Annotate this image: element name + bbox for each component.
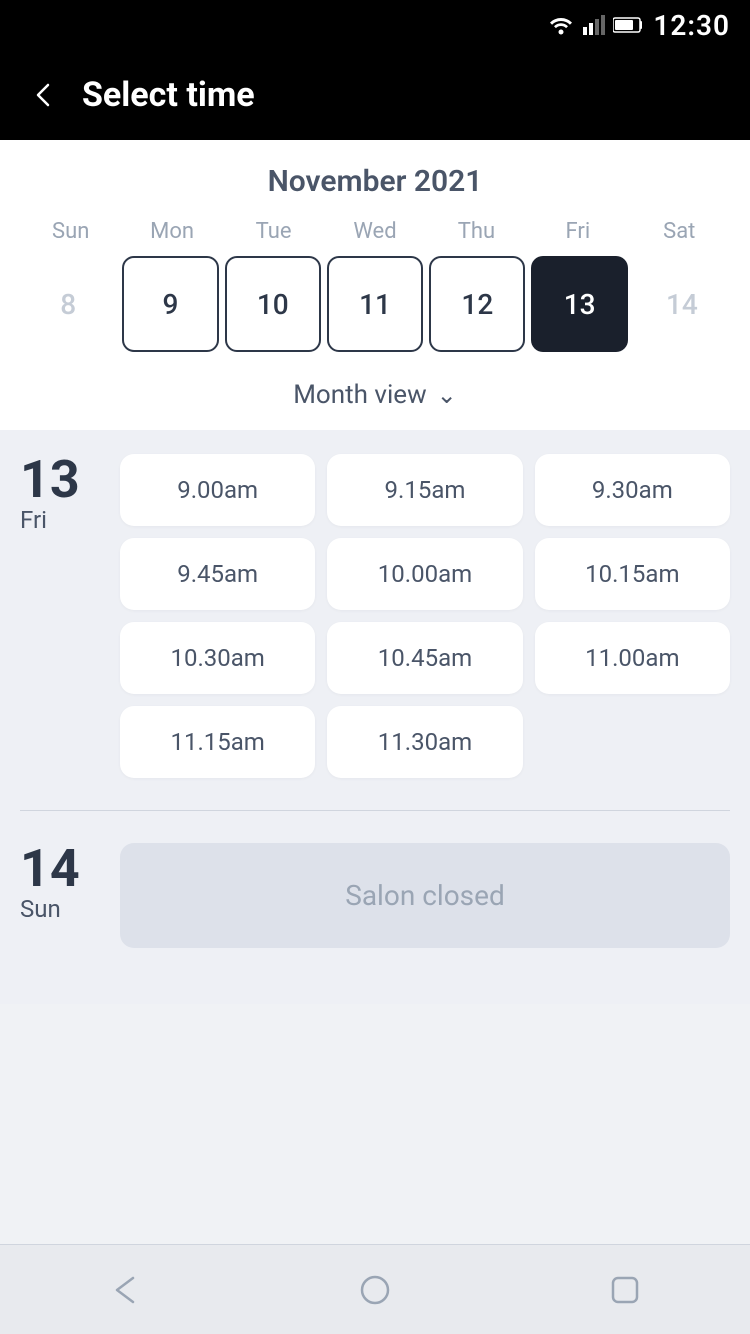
bottom-spacer [0, 1004, 750, 1104]
week-row: 8 9 10 11 12 13 14 [20, 256, 730, 352]
signal-icon [583, 15, 605, 35]
day-header-sat: Sat [629, 219, 730, 244]
day-name-fri: Fri [20, 506, 47, 534]
day-cell-9[interactable]: 9 [122, 256, 218, 352]
day-header-mon: Mon [121, 219, 222, 244]
chevron-down-icon: ⌄ [437, 381, 457, 409]
time-section: 13 Fri 9.00am 9.15am 9.30am 9.45am 10.00… [0, 430, 750, 1004]
recents-nav-icon [607, 1272, 643, 1308]
section-divider [20, 810, 730, 811]
status-icons: 12:30 [547, 9, 730, 42]
page-title: Select time [82, 75, 255, 115]
time-slot[interactable]: 10.30am [120, 622, 315, 694]
day-headers: Sun Mon Tue Wed Thu Fri Sat [20, 219, 730, 244]
nav-back-button[interactable] [103, 1268, 147, 1312]
month-year-label: November 2021 [20, 164, 730, 199]
status-bar: 12:30 [0, 0, 750, 50]
wifi-icon [547, 15, 575, 35]
day-cell-8[interactable]: 8 [20, 256, 116, 352]
time-slot[interactable]: 9.00am [120, 454, 315, 526]
day-number-14: 14 [20, 843, 80, 895]
month-view-toggle[interactable]: Month view ⌄ [20, 364, 730, 430]
day-cell-14[interactable]: 14 [634, 256, 730, 352]
time-slot[interactable]: 10.45am [327, 622, 522, 694]
calendar-section: November 2021 Sun Mon Tue Wed Thu Fri Sa… [0, 140, 750, 430]
time-slot[interactable]: 10.15am [535, 538, 730, 610]
day-cell-11[interactable]: 11 [327, 256, 423, 352]
home-nav-icon [357, 1272, 393, 1308]
back-button[interactable] [30, 81, 58, 109]
month-view-label: Month view [293, 380, 426, 410]
day-header-thu: Thu [426, 219, 527, 244]
day-header-sun: Sun [20, 219, 121, 244]
nav-home-button[interactable] [353, 1268, 397, 1312]
bottom-nav [0, 1244, 750, 1334]
back-nav-icon [107, 1272, 143, 1308]
day-label-14: 14 Sun [20, 843, 100, 923]
day-header-tue: Tue [223, 219, 324, 244]
day-cell-10[interactable]: 10 [225, 256, 321, 352]
battery-icon [613, 17, 645, 33]
day-header-wed: Wed [324, 219, 425, 244]
day-header-fri: Fri [527, 219, 628, 244]
time-slots-grid-13: 9.00am 9.15am 9.30am 9.45am 10.00am 10.1… [120, 454, 730, 778]
day-section-13: 13 Fri 9.00am 9.15am 9.30am 9.45am 10.00… [20, 454, 730, 778]
day-cell-13[interactable]: 13 [531, 256, 627, 352]
time-slot[interactable]: 9.15am [327, 454, 522, 526]
time-slot[interactable]: 9.30am [535, 454, 730, 526]
day-label-13: 13 Fri [20, 454, 100, 534]
nav-recents-button[interactable] [603, 1268, 647, 1312]
day-name-sun: Sun [20, 895, 61, 923]
header: Select time [0, 50, 750, 140]
day-cell-12[interactable]: 12 [429, 256, 525, 352]
day-section-14: 14 Sun Salon closed [20, 843, 730, 948]
time-slot[interactable]: 10.00am [327, 538, 522, 610]
time-slot[interactable]: 11.00am [535, 622, 730, 694]
day-number-13: 13 [20, 454, 80, 506]
time-slot[interactable]: 9.45am [120, 538, 315, 610]
salon-closed-message: Salon closed [120, 843, 730, 948]
status-time: 12:30 [653, 9, 730, 42]
time-slot[interactable]: 11.15am [120, 706, 315, 778]
time-slot[interactable]: 11.30am [327, 706, 522, 778]
